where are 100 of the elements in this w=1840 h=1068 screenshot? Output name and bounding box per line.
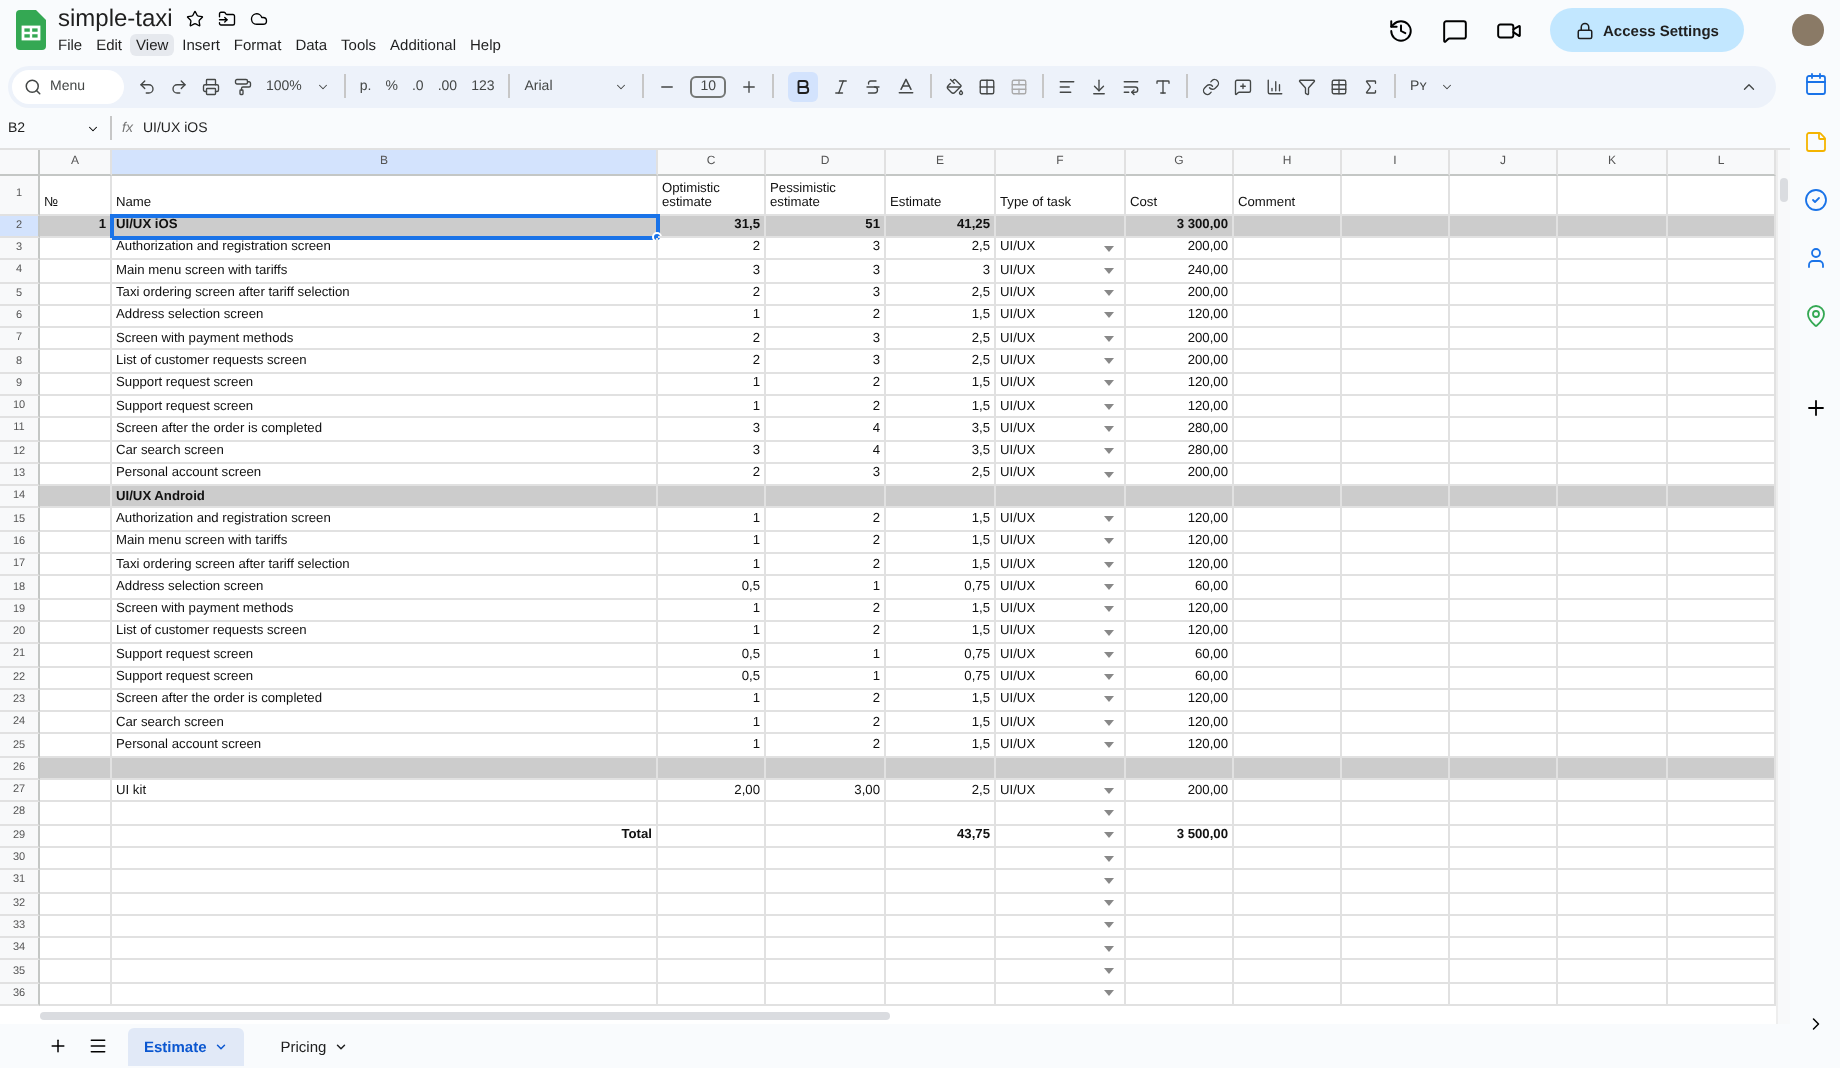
dropdown-caret-icon[interactable]	[1104, 651, 1114, 658]
cloud-icon[interactable]	[250, 9, 269, 28]
table-cell	[1342, 915, 1450, 939]
functions-icon[interactable]	[1362, 77, 1381, 96]
dropdown-caret-icon[interactable]	[1104, 719, 1114, 726]
history-icon[interactable]	[1388, 17, 1414, 44]
dropdown-caret-icon[interactable]	[1104, 561, 1114, 568]
dropdown-cell[interactable]	[996, 915, 1126, 939]
dropdown-caret-icon[interactable]	[1104, 990, 1114, 997]
table-cell	[1342, 328, 1450, 351]
dropdown-caret-icon[interactable]	[1104, 787, 1114, 794]
table-icon[interactable]	[1330, 77, 1349, 96]
fill-color-icon[interactable]	[946, 77, 965, 96]
comment-icon[interactable]	[1234, 77, 1253, 96]
borders-icon[interactable]	[978, 77, 997, 96]
table-cell	[40, 825, 112, 848]
all-sheets-icon[interactable]	[88, 1036, 108, 1056]
italic-icon[interactable]	[832, 77, 851, 96]
table-cell	[1342, 960, 1450, 984]
fill-handle[interactable]	[652, 231, 662, 242]
add-sheet-icon[interactable]	[48, 1036, 68, 1056]
table-cell	[1558, 825, 1668, 848]
table-cell	[886, 870, 996, 894]
table-cell	[40, 350, 112, 374]
dropdown-caret-icon[interactable]	[1104, 245, 1114, 252]
caret-icon[interactable]	[86, 121, 100, 136]
dropdown-caret-icon[interactable]	[1104, 900, 1114, 907]
dropdown-cell[interactable]	[996, 893, 1126, 916]
plus-icon[interactable]	[740, 77, 759, 96]
document-title[interactable]: simple-taxi	[58, 4, 173, 33]
dropdown-caret-icon[interactable]	[1104, 471, 1114, 478]
align-icon[interactable]	[1058, 77, 1077, 96]
dropdown-caret-icon[interactable]	[1104, 606, 1114, 613]
paint-format-icon[interactable]	[234, 77, 252, 96]
folder-icon[interactable]	[218, 9, 237, 28]
dropdown-caret-icon[interactable]	[1104, 380, 1114, 387]
table-cell	[1450, 418, 1558, 442]
vertical-align-icon[interactable]	[1090, 77, 1109, 96]
dropdown-caret-icon[interactable]	[1104, 922, 1114, 929]
dropdown-cell[interactable]	[996, 802, 1126, 826]
avatar[interactable]	[1792, 14, 1824, 47]
wrap-text-icon[interactable]	[1122, 77, 1141, 96]
text-color-icon[interactable]	[896, 76, 917, 97]
table-cell	[1234, 418, 1342, 442]
dropdown-cell[interactable]	[996, 870, 1126, 894]
dropdown-caret-icon[interactable]	[1104, 742, 1114, 749]
chart-icon[interactable]	[1266, 77, 1285, 96]
dropdown-caret-icon[interactable]	[1104, 335, 1114, 342]
table-cell	[658, 960, 766, 984]
dropdown-caret-icon[interactable]	[1104, 674, 1114, 681]
tasks-icon[interactable]	[1803, 187, 1827, 212]
table-cell	[1558, 305, 1668, 329]
contacts-icon[interactable]	[1803, 245, 1827, 270]
dropdown-caret-icon[interactable]	[1104, 358, 1114, 365]
table-cell	[40, 621, 112, 645]
text-rotation-icon[interactable]	[1154, 77, 1173, 96]
undo-icon[interactable]	[138, 77, 156, 96]
comments-icon[interactable]	[1442, 17, 1468, 44]
bold-button[interactable]	[788, 71, 819, 102]
filter-icon[interactable]	[1298, 77, 1317, 96]
dropdown-caret-icon[interactable]	[1104, 290, 1114, 297]
dropdown-cell[interactable]	[996, 825, 1126, 848]
table-cell	[1558, 960, 1668, 984]
dropdown-caret-icon[interactable]	[1104, 403, 1114, 410]
table-cell	[1126, 870, 1234, 894]
dropdown-caret-icon[interactable]	[1104, 809, 1114, 816]
dropdown-caret-icon[interactable]	[1104, 629, 1114, 636]
dropdown-caret-icon[interactable]	[1104, 448, 1114, 455]
table-cell	[40, 757, 112, 781]
caret-icon[interactable]	[334, 1039, 349, 1053]
dropdown-caret-icon[interactable]	[1104, 855, 1114, 862]
dropdown-caret-icon[interactable]	[1104, 877, 1114, 884]
dropdown-cell[interactable]	[996, 938, 1126, 961]
map-pin-icon[interactable]	[1803, 303, 1827, 328]
star-icon[interactable]	[186, 9, 205, 28]
note-icon[interactable]	[1803, 129, 1827, 154]
table-cell	[40, 373, 112, 396]
dropdown-caret-icon[interactable]	[1104, 968, 1114, 975]
add-icon[interactable]	[1803, 395, 1827, 420]
merge-cells-icon[interactable]	[1010, 77, 1029, 96]
dropdown-cell[interactable]	[996, 847, 1126, 871]
dropdown-caret-icon[interactable]	[1104, 945, 1114, 952]
dropdown-cell[interactable]	[996, 960, 1126, 984]
dropdown-caret-icon[interactable]	[1104, 832, 1114, 839]
link-icon[interactable]	[1202, 77, 1221, 96]
redo-icon[interactable]	[170, 77, 188, 96]
dropdown-caret-icon[interactable]	[1104, 425, 1114, 432]
table-cell	[1342, 644, 1450, 668]
dropdown-caret-icon[interactable]	[1104, 312, 1114, 319]
strikethrough-icon[interactable]	[864, 77, 883, 96]
table-cell	[1558, 373, 1668, 396]
print-icon[interactable]	[202, 77, 220, 96]
dropdown-caret-icon[interactable]	[1104, 538, 1114, 545]
table-cell	[1558, 418, 1668, 442]
dropdown-caret-icon[interactable]	[1104, 516, 1114, 523]
dropdown-caret-icon[interactable]	[1104, 696, 1114, 703]
calendar-icon[interactable]	[1803, 71, 1827, 96]
scrollbar-thumb[interactable]	[40, 1011, 890, 1019]
dropdown-caret-icon[interactable]	[1104, 267, 1114, 274]
dropdown-caret-icon[interactable]	[1104, 584, 1114, 590]
